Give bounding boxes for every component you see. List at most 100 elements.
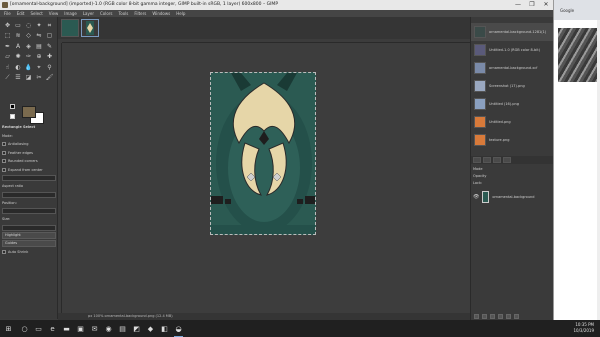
smudge-tool-icon[interactable]: ☝ bbox=[3, 63, 12, 72]
menu-select[interactable]: Select bbox=[30, 10, 42, 17]
position-field[interactable] bbox=[2, 208, 56, 214]
app-icon[interactable]: ◧ bbox=[160, 324, 169, 333]
highlight-button[interactable]: Highlight bbox=[2, 231, 56, 239]
menu-file[interactable]: File bbox=[4, 10, 11, 17]
flip-tool-icon[interactable]: ⇋ bbox=[35, 32, 44, 41]
menu-help[interactable]: Help bbox=[176, 10, 185, 17]
cage-tool-icon[interactable]: ▢ bbox=[45, 32, 54, 41]
eye-icon[interactable]: 👁 bbox=[473, 194, 479, 200]
menu-tools[interactable]: Tools bbox=[119, 10, 129, 17]
align-tool-icon[interactable]: ☰ bbox=[14, 74, 23, 83]
edge-icon[interactable]: e bbox=[48, 324, 57, 333]
color-picker-tool-icon[interactable]: ⌖ bbox=[35, 63, 44, 72]
ornamental-image[interactable] bbox=[210, 72, 316, 235]
clone-tool-icon[interactable]: ⊕ bbox=[35, 53, 44, 62]
image-list-item[interactable]: ornamental-background.xcf bbox=[471, 59, 554, 77]
app-icon[interactable]: ▤ bbox=[118, 324, 127, 333]
layers-tab-icon[interactable] bbox=[473, 157, 481, 163]
feather-row[interactable]: Feather edges bbox=[2, 149, 56, 158]
image-list-item[interactable]: ornamental-background-1281(1) bbox=[471, 23, 554, 41]
menu-filters[interactable]: Filters bbox=[134, 10, 146, 17]
feather-checkbox[interactable] bbox=[2, 150, 6, 155]
browser-image[interactable] bbox=[558, 28, 598, 82]
fixed-field[interactable] bbox=[2, 175, 56, 181]
guides-dropdown[interactable]: Guides bbox=[2, 239, 56, 247]
bucket-fill-tool-icon[interactable]: ◈ bbox=[24, 42, 33, 51]
zoom-tool-icon[interactable]: ⚲ bbox=[45, 63, 54, 72]
image-list-item[interactable]: Screenshot (17).png bbox=[471, 77, 554, 95]
image-tab-1[interactable] bbox=[61, 19, 79, 37]
menu-windows[interactable]: Windows bbox=[152, 10, 170, 17]
image-list-item[interactable]: Untitled.png bbox=[471, 113, 554, 131]
menu-layer[interactable]: Layer bbox=[83, 10, 94, 17]
rounded-checkbox[interactable] bbox=[2, 159, 6, 164]
layer-opacity-label[interactable]: Opacity bbox=[473, 173, 552, 180]
ink-tool-icon[interactable]: ✑ bbox=[24, 53, 33, 62]
app-icon[interactable]: ◆ bbox=[146, 324, 155, 333]
rect-select-tool-icon[interactable]: ▭ bbox=[14, 21, 23, 30]
menu-image[interactable]: Image bbox=[64, 10, 77, 17]
blur-tool-icon[interactable]: 💧 bbox=[24, 63, 33, 72]
scissors-tool-icon[interactable]: ✂ bbox=[35, 74, 44, 83]
fuzzy-select-tool-icon[interactable]: ✦ bbox=[35, 21, 44, 30]
layer-row[interactable]: 👁 ornamental-background bbox=[473, 190, 552, 204]
auto-shrink-row[interactable]: Auto Shrink bbox=[2, 248, 56, 257]
maximize-button[interactable]: ❐ bbox=[525, 0, 539, 10]
heal-tool-icon[interactable]: ✚ bbox=[45, 53, 54, 62]
channels-tab-icon[interactable] bbox=[483, 157, 491, 163]
canvas-area[interactable] bbox=[62, 43, 470, 313]
gradient-tool-icon[interactable]: ▤ bbox=[35, 42, 44, 51]
auto-shrink-checkbox[interactable] bbox=[2, 249, 6, 254]
aspect-field[interactable] bbox=[2, 191, 56, 198]
handle-transform-tool-icon[interactable]: ◇ bbox=[24, 32, 33, 41]
antialiasing-row[interactable]: Antialiasing bbox=[2, 140, 56, 149]
task-view-icon[interactable]: ▭ bbox=[34, 324, 43, 333]
warp-tool-icon[interactable]: ≋ bbox=[14, 32, 23, 41]
new-layer-icon[interactable] bbox=[474, 313, 479, 319]
eraser-tool-icon[interactable]: ▱ bbox=[3, 53, 12, 62]
lasso-tool-icon[interactable]: ◌ bbox=[24, 21, 33, 30]
gimp-taskbar-icon[interactable]: ◒ bbox=[174, 324, 183, 333]
airbrush-tool-icon[interactable]: ✺ bbox=[14, 53, 23, 62]
image-list-item[interactable]: Untitled (16).png bbox=[471, 95, 554, 113]
raise-layer-icon[interactable] bbox=[490, 313, 495, 319]
swap-colors-icon[interactable] bbox=[10, 114, 15, 119]
rounded-row[interactable]: Rounded corners bbox=[2, 157, 56, 166]
mypaint-tool-icon[interactable]: 🖌 bbox=[45, 74, 54, 83]
size-field[interactable] bbox=[2, 224, 56, 231]
image-list-item[interactable]: Untitled-1.0 (RGB color 8-bit) bbox=[471, 41, 554, 59]
minimize-button[interactable]: — bbox=[511, 0, 525, 10]
text-tool-icon[interactable]: A bbox=[14, 42, 23, 51]
mail-icon[interactable]: ✉ bbox=[90, 324, 99, 333]
menu-view[interactable]: View bbox=[49, 10, 59, 17]
search-icon[interactable]: ○ bbox=[20, 324, 29, 333]
store-icon[interactable]: ▣ bbox=[76, 324, 85, 333]
undo-tab-icon[interactable] bbox=[503, 157, 511, 163]
dodge-tool-icon[interactable]: ◐ bbox=[14, 63, 23, 72]
delete-layer-icon[interactable] bbox=[514, 313, 519, 319]
layer-name[interactable]: ornamental-background bbox=[492, 195, 534, 199]
move-tool-icon[interactable]: ✥ bbox=[3, 21, 12, 30]
browser-tab[interactable]: Google bbox=[554, 0, 600, 20]
layer-group-icon[interactable] bbox=[482, 313, 487, 319]
unified-transform-tool-icon[interactable]: ⬚ bbox=[3, 32, 12, 41]
layer-mode-label[interactable]: Mode bbox=[473, 166, 552, 173]
image-tab-2[interactable] bbox=[81, 19, 99, 37]
file-explorer-icon[interactable]: ▬ bbox=[62, 324, 71, 333]
default-colors-icon[interactable] bbox=[10, 104, 15, 109]
image-list-item[interactable]: texture.png bbox=[471, 131, 554, 149]
paintbrush-tool-icon[interactable]: ✎ bbox=[45, 42, 54, 51]
foreground-color-swatch[interactable] bbox=[22, 106, 36, 118]
duplicate-layer-icon[interactable] bbox=[506, 313, 511, 319]
paths-tab-icon[interactable] bbox=[493, 157, 501, 163]
menu-edit[interactable]: Edit bbox=[17, 10, 25, 17]
system-clock[interactable]: 10:35 PM 10/3/2019 bbox=[573, 322, 594, 334]
paths-tool-icon[interactable]: ✒ bbox=[3, 42, 12, 51]
crop-tool-icon[interactable]: ⌗ bbox=[45, 21, 54, 30]
close-button[interactable]: ✕ bbox=[539, 0, 553, 10]
antialiasing-checkbox[interactable] bbox=[2, 142, 6, 147]
lower-layer-icon[interactable] bbox=[498, 313, 503, 319]
firefox-icon[interactable]: ◉ bbox=[104, 324, 113, 333]
expand-row[interactable]: Expand from center bbox=[2, 166, 56, 175]
foreground-select-tool-icon[interactable]: ◪ bbox=[24, 74, 33, 83]
